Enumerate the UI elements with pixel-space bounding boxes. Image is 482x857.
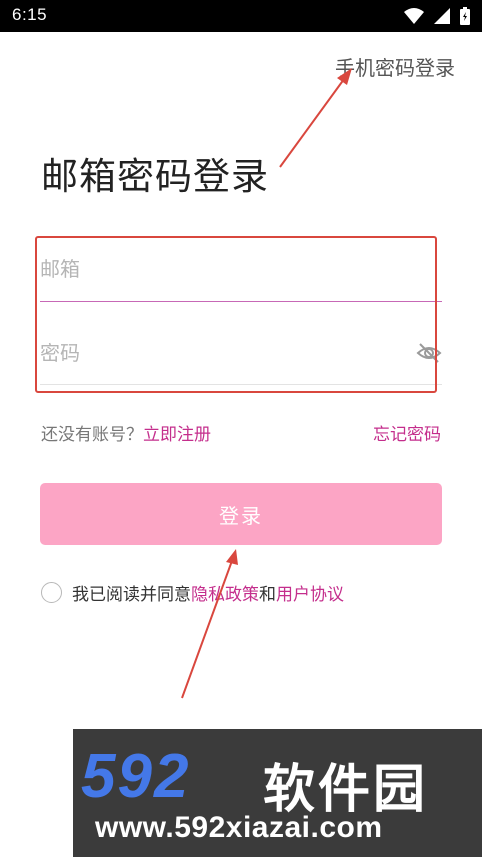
no-account-text: 还没有账号？ <box>41 425 143 445</box>
register-row: 还没有账号？立即注册 <box>41 420 211 445</box>
annotation-arrow-top <box>279 68 352 168</box>
user-agreement-link[interactable]: 用户协议 <box>276 580 344 605</box>
watermark-logo: 592 <box>81 742 191 811</box>
page-title: 邮箱密码登录 <box>41 155 269 198</box>
watermark: 592 软件园 www.592xiazai.com <box>73 729 482 857</box>
register-link[interactable]: 立即注册 <box>143 425 211 445</box>
wifi-icon <box>404 8 424 24</box>
agreement-row: 我已阅读并同意 隐私政策和用户协议 <box>41 578 344 606</box>
email-input[interactable] <box>40 241 400 297</box>
status-icons <box>404 6 470 26</box>
password-field <box>40 325 442 385</box>
agreement-prefix: 我已阅读并同意 <box>72 584 191 605</box>
signal-icon <box>434 8 450 24</box>
password-input[interactable] <box>40 325 400 381</box>
forgot-password-link[interactable]: 忘记密码 <box>373 420 441 445</box>
agreement-checkbox[interactable] <box>41 581 62 603</box>
annotation-arrow-bottom <box>181 549 238 699</box>
status-bar: 6:15 <box>0 0 482 32</box>
phone-password-login-link[interactable]: 手机密码登录 <box>335 52 455 81</box>
agreement-conjunction: 和 <box>259 584 276 605</box>
email-field <box>40 241 442 302</box>
watermark-url: www.592xiazai.com <box>95 811 383 844</box>
status-time: 6:15 <box>12 5 48 24</box>
login-button[interactable]: 登录 <box>40 483 442 545</box>
battery-icon <box>460 7 470 25</box>
eye-off-icon[interactable] <box>416 342 442 364</box>
privacy-policy-link[interactable]: 隐私政策 <box>191 580 259 605</box>
